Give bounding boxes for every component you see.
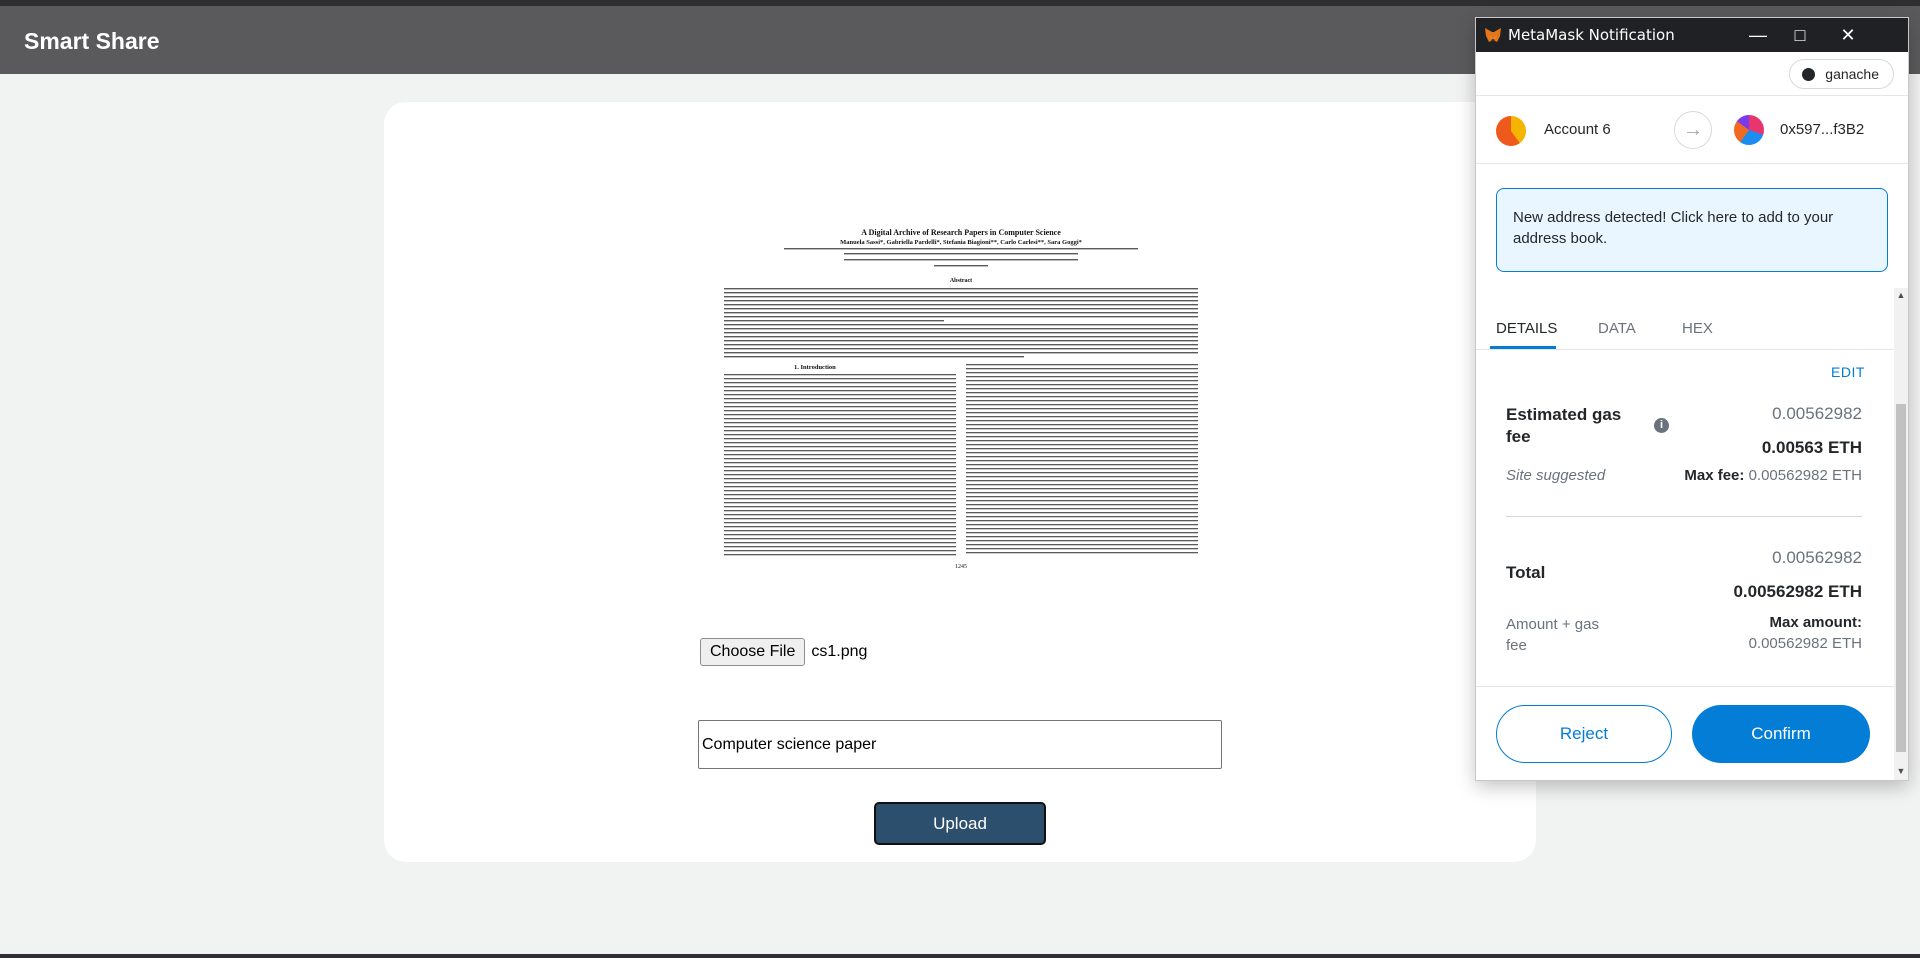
account-row: Account 6 → 0x597...f3B2 [1476,96,1908,164]
network-row: ganache [1476,52,1908,96]
network-selector[interactable]: ganache [1789,59,1894,89]
arrow-right-icon: → [1674,111,1712,149]
scroll-down-icon[interactable]: ▼ [1894,764,1908,778]
action-footer: Reject Confirm [1476,686,1894,780]
network-name: ganache [1825,66,1879,82]
to-address[interactable]: 0x597...f3B2 [1780,121,1864,138]
reject-button[interactable]: Reject [1496,705,1672,763]
app-title: Smart Share [24,28,160,54]
estimated-gas-fee-label: Estimated gas fee [1506,405,1622,446]
transaction-tabs: DETAILS DATA HEX [1476,290,1894,350]
metamask-fox-icon [1485,28,1501,42]
from-account-name: Account 6 [1544,121,1611,138]
scroll-up-icon[interactable]: ▲ [1894,288,1908,302]
metamask-window-title: MetaMask Notification [1508,26,1675,44]
document-text-lines [724,248,1198,556]
selected-file-name: cs1.png [811,643,868,660]
max-amount-label: Max amount: [1769,614,1862,631]
file-picker: Choose File cs1.png [700,638,867,666]
scrollbar[interactable]: ▲ ▼ [1894,288,1908,780]
total-secondary: 0.00562982 [1772,548,1862,567]
info-icon[interactable]: i [1654,418,1669,433]
site-suggested-label: Site suggested [1506,467,1606,484]
minimize-icon[interactable]: — [1738,22,1778,48]
tab-data[interactable]: DATA [1598,320,1636,337]
description-input[interactable]: Computer science paper [698,720,1222,769]
document-preview: A Digital Archive of Research Papers in … [724,224,1198,580]
max-amount-value: 0.00562982 ETH [1748,635,1862,652]
gas-fee-primary: 0.00563 ETH [1761,438,1862,457]
scrollbar-thumb[interactable] [1896,404,1906,752]
amount-gas-fee-label: Amount + gas fee [1506,616,1599,654]
total-label: Total [1506,563,1546,582]
total-primary: 0.00562982 ETH [1733,582,1862,601]
maximize-icon[interactable]: □ [1780,22,1820,48]
confirm-button[interactable]: Confirm [1692,705,1870,763]
metamask-titlebar: MetaMask Notification — □ ✕ [1476,18,1908,52]
max-fee-value: 0.00562982 ETH [1748,467,1862,484]
tab-hex[interactable]: HEX [1682,320,1713,337]
section-divider [1506,516,1862,517]
edit-gas-button[interactable]: EDIT [1831,364,1865,380]
max-fee-label: Max fee: [1684,467,1745,484]
metamask-window: MetaMask Notification — □ ✕ ganache Acco… [1476,18,1908,780]
tab-details[interactable]: DETAILS [1496,320,1557,337]
choose-file-button[interactable]: Choose File [700,638,806,666]
upload-button[interactable]: Upload [874,802,1046,845]
gas-fee-secondary: 0.00562982 [1772,404,1862,423]
bottom-strip [0,954,1920,958]
from-account-avatar [1496,116,1526,146]
to-account-avatar [1734,115,1764,145]
max-fee-row: Max fee: 0.00562982 ETH [1684,467,1862,484]
new-address-notice[interactable]: New address detected! Click here to add … [1496,188,1888,272]
close-icon[interactable]: ✕ [1828,22,1868,48]
network-status-icon [1802,67,1816,81]
document-page-number: 1245 [955,564,967,570]
active-tab-indicator [1490,346,1556,349]
